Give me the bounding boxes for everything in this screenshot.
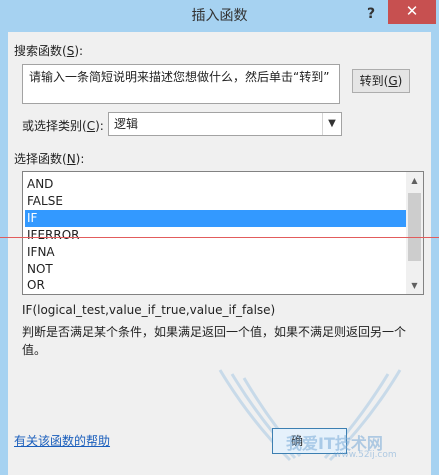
search-label-text: 搜索函数(	[14, 44, 67, 58]
search-input-text: 请输入一条简短说明来描述您想做什么，然后单击“转到”	[29, 70, 330, 84]
goto-button-text: 转到(	[359, 74, 389, 88]
search-label: 搜索函数(S):	[14, 42, 83, 59]
function-list[interactable]: AND FALSE IF IFERROR IFNA NOT OR ▲ ▼	[22, 171, 424, 295]
watermark-url: www.52ij.com	[334, 450, 397, 460]
category-label-text: 或选择类别(	[22, 119, 87, 133]
search-label-end: ):	[74, 44, 84, 58]
category-label-accesskey: C	[86, 119, 96, 133]
category-select[interactable]: 逻辑 ▼	[108, 112, 342, 136]
function-item-iferror[interactable]: IFERROR	[25, 227, 407, 244]
function-item-not[interactable]: NOT	[25, 261, 407, 278]
function-item-and[interactable]: AND	[25, 176, 407, 193]
category-label: 或选择类别(C):	[22, 117, 104, 134]
scroll-down-icon[interactable]: ▼	[406, 277, 423, 294]
goto-button-end: )	[397, 74, 403, 88]
close-icon: ✕	[405, 2, 419, 20]
goto-button[interactable]: 转到(G)	[352, 69, 410, 93]
category-selected-value: 逻辑	[114, 117, 139, 131]
window-frame-right	[431, 32, 439, 475]
function-list-label: 选择函数(N):	[14, 150, 84, 167]
function-help-link[interactable]: 有关该函数的帮助	[14, 432, 110, 449]
scroll-up-icon[interactable]: ▲	[406, 172, 423, 189]
function-list-scrollbar[interactable]: ▲ ▼	[406, 172, 423, 294]
window-frame-left	[0, 32, 8, 475]
function-syntax: IF(logical_test,value_if_true,value_if_f…	[22, 303, 276, 317]
annotation-line	[0, 237, 439, 238]
goto-button-accesskey: G	[388, 74, 398, 88]
help-button[interactable]: ?	[358, 2, 384, 26]
function-item-false[interactable]: FALSE	[25, 193, 407, 210]
search-input[interactable]: 请输入一条简短说明来描述您想做什么，然后单击“转到”	[22, 64, 340, 104]
function-description: 判断是否满足某个条件，如果满足返回一个值，如果不满足则返回另一个值。	[22, 325, 407, 357]
function-item-if[interactable]: IF	[25, 210, 407, 227]
function-list-label-accesskey: N	[66, 152, 76, 166]
function-list-label-end: ):	[75, 152, 85, 166]
scrollbar-thumb[interactable]	[408, 193, 421, 261]
close-button[interactable]: ✕	[388, 0, 436, 24]
function-list-label-text: 选择函数(	[14, 152, 67, 166]
chevron-down-icon[interactable]: ▼	[322, 113, 341, 135]
function-item-or[interactable]: OR	[25, 277, 407, 294]
category-label-end: ):	[95, 119, 104, 133]
function-item-ifna[interactable]: IFNA	[25, 244, 407, 261]
